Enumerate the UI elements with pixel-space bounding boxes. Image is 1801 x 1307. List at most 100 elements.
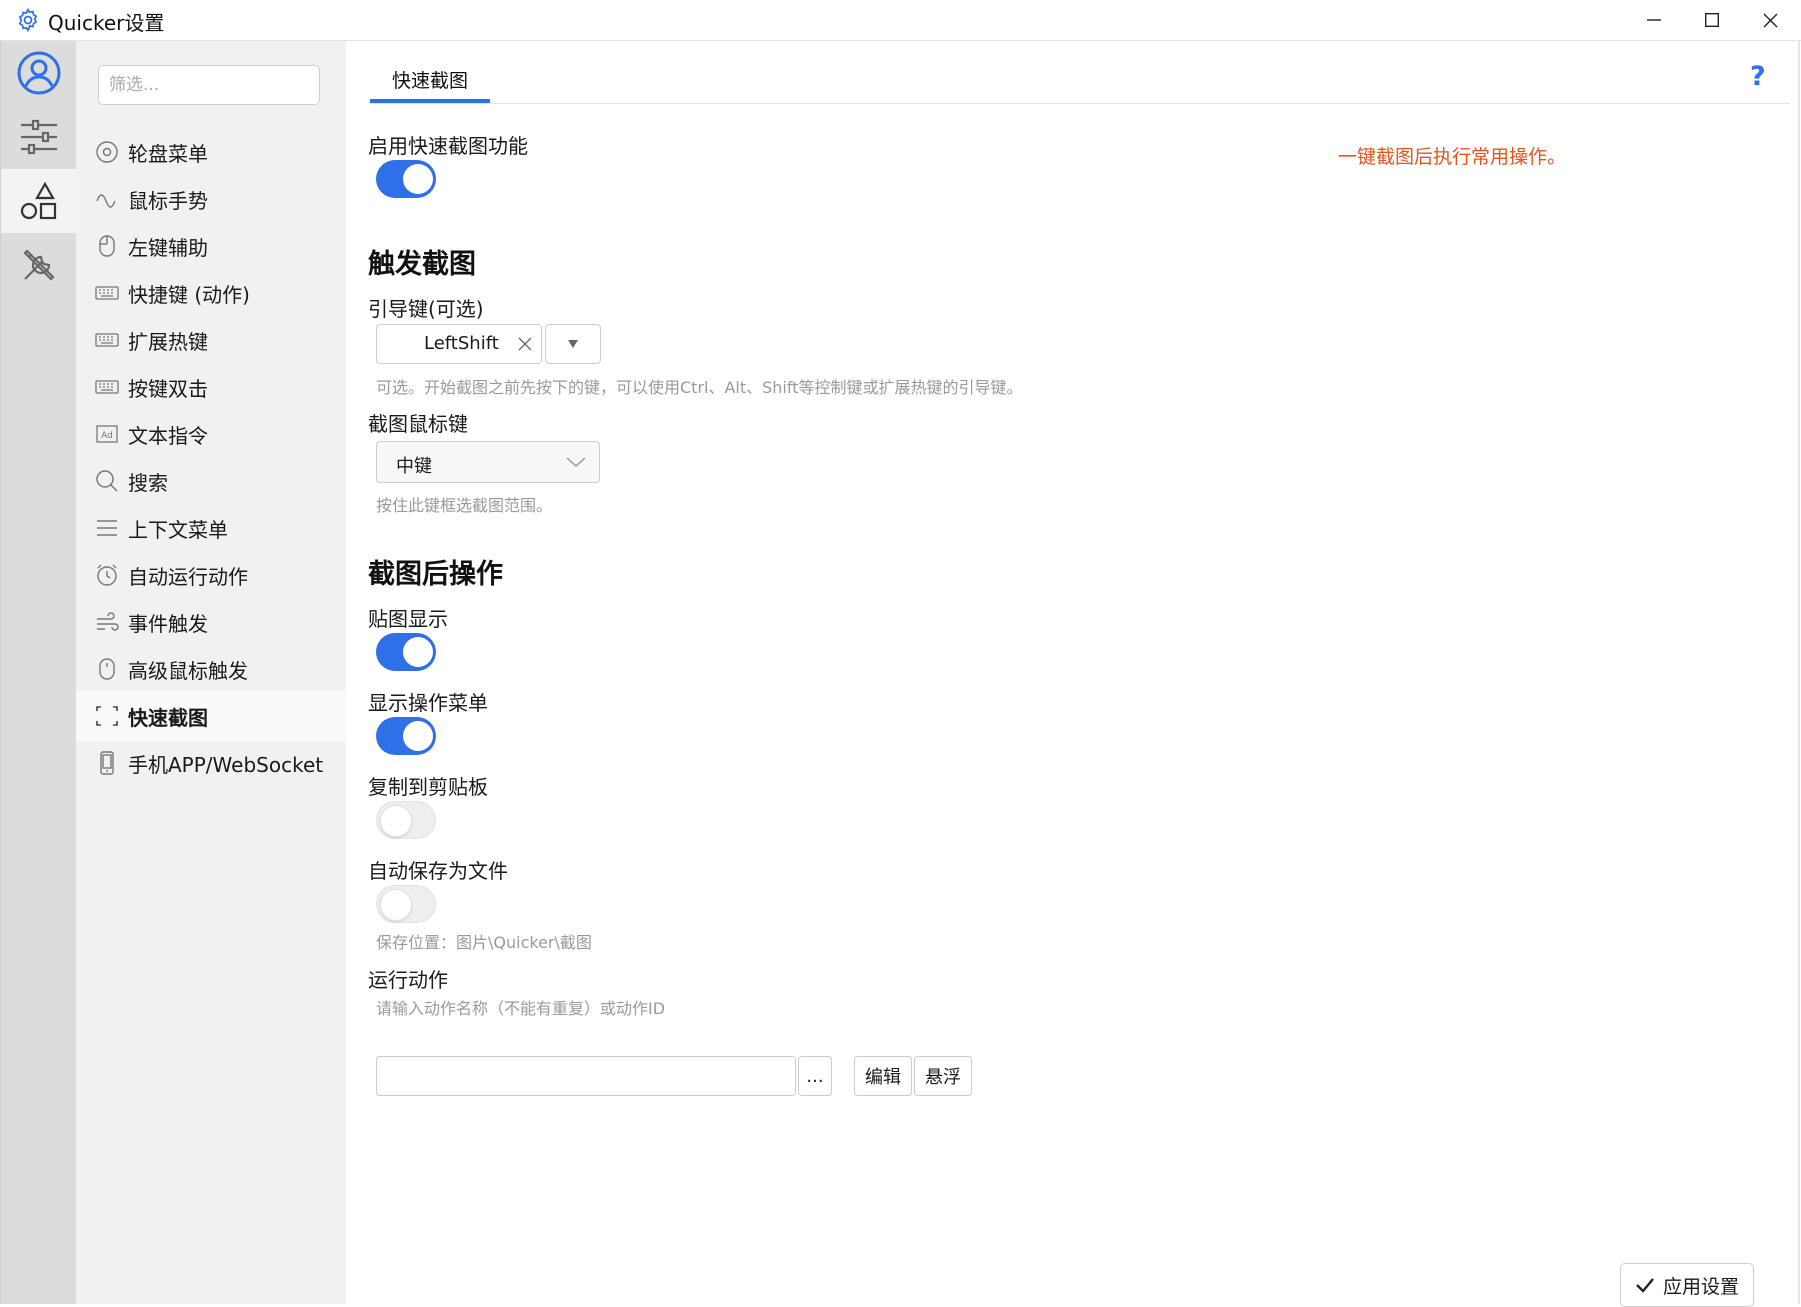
nav-panel: 轮盘菜单 鼠标手势 左键辅助 快捷键 (动作) 扩展热键 按键双击 Ad 文本指… [76,41,346,1304]
run-hint: 请输入动作名称（不能有重复）或动作ID [376,999,666,1018]
lead-key-hint: 可选。开始截图之前先按下的键，可以使用Ctrl、Alt、Shift等控制键或扩展… [376,378,1023,397]
feature-note: 一键截图后执行常用操作。 [1338,146,1567,168]
lead-key-field[interactable]: LeftShift [376,324,542,364]
nav-item-label: 轮盘菜单 [128,141,208,166]
toggle-knob [380,889,412,921]
nav-item-label: 手机APP/WebSocket [128,752,324,777]
keyboard-icon [94,374,120,400]
nav-item-context-menu[interactable]: 上下文菜单 [76,502,346,554]
nav-item-label: 快速截图 [128,705,208,730]
wind-icon [94,609,120,635]
close-button[interactable] [1741,0,1799,40]
alarm-clock-icon [94,562,120,588]
save-toggle[interactable] [376,885,436,923]
shapes-icon [20,181,57,220]
float-button[interactable]: 悬浮 [914,1056,972,1096]
wave-icon [94,186,120,212]
clipboard-label: 复制到剪贴板 [368,775,488,799]
nav-item-label: 鼠标手势 [128,188,208,213]
maximize-button[interactable] [1683,0,1741,40]
search-icon [94,468,120,494]
rail-features[interactable] [1,169,77,233]
maximize-icon [1705,13,1719,27]
mouse-key-label: 截图鼠标键 [368,412,468,436]
mouse-key-select[interactable]: 中键 [376,441,600,483]
rail-settings[interactable] [1,105,77,169]
phone-icon [94,750,120,776]
lead-key-value: LeftShift [424,333,499,354]
keyboard-icon [94,280,120,306]
paste-label: 贴图显示 [368,607,448,631]
lead-key-label: 引导键(可选) [368,297,484,321]
clipboard-toggle[interactable] [376,801,436,839]
minimize-icon [1647,19,1661,21]
nav-item-label: 左键辅助 [128,235,208,260]
nav-item-mouse-gesture[interactable]: 鼠标手势 [76,173,346,225]
nav-item-label: 事件触发 [128,611,208,636]
sliders-icon [21,119,57,155]
browse-button[interactable]: ... [798,1056,832,1096]
svg-text:Ad: Ad [101,431,113,441]
minimize-button[interactable] [1625,0,1683,40]
rail-tools[interactable] [1,233,77,297]
enable-label: 启用快速截图功能 [368,134,528,158]
nav-item-advanced-mouse[interactable]: 高级鼠标触发 [76,643,346,695]
screenshot-frame-icon [94,703,120,729]
keyboard-icon [94,327,120,353]
nav-item-label: 搜索 [128,470,168,495]
nav-item-extended-hotkey[interactable]: 扩展热键 [76,314,346,366]
apply-settings-button[interactable]: 应用设置 [1620,1263,1754,1307]
enable-toggle[interactable] [376,160,436,198]
icon-rail [0,41,77,1304]
lead-key-dropdown-button[interactable] [545,324,601,364]
user-icon [17,51,61,95]
nav-item-wheel-menu[interactable]: 轮盘菜单 [76,126,346,178]
ad-icon: Ad [94,421,120,447]
nav-item-event-trigger[interactable]: 事件触发 [76,596,346,648]
nav-item-auto-run[interactable]: 自动运行动作 [76,549,346,601]
nav-item-search[interactable]: 搜索 [76,455,346,507]
nav-item-label: 自动运行动作 [128,564,248,589]
checkmark-icon [1636,1278,1654,1293]
window-title: Quicker设置 [48,11,165,35]
run-label: 运行动作 [368,968,448,992]
rail-account[interactable] [1,41,77,105]
nav-item-label: 高级鼠标触发 [128,658,248,683]
paste-toggle[interactable] [376,633,436,671]
toggle-knob [403,721,433,751]
tab-divider [370,103,1790,104]
nav-item-label: 文本指令 [128,423,208,448]
tab-quick-screenshot[interactable]: 快速截图 [370,61,491,103]
mouse-key-hint: 按住此键框选截图范围。 [376,496,553,515]
trigger-heading: 触发截图 [368,249,476,280]
close-icon [1763,13,1777,27]
mouse-icon [94,233,120,259]
content-edge [1798,41,1800,1304]
nav-item-label: 快捷键 (动作) [128,282,250,307]
run-action-input[interactable] [376,1056,796,1096]
nav-item-label: 按键双击 [128,376,208,401]
menu-label: 显示操作菜单 [368,691,488,715]
tools-icon [23,249,55,281]
after-heading: 截图后操作 [368,559,503,590]
toggle-knob [403,637,433,667]
apply-label: 应用设置 [1662,1275,1739,1298]
nav-item-left-click-assist[interactable]: 左键辅助 [76,220,346,272]
nav-item-text-command[interactable]: Ad 文本指令 [76,408,346,460]
mouse-key-value: 中键 [396,456,432,477]
nav-item-mobile-websocket[interactable]: 手机APP/WebSocket [76,737,346,789]
nav-item-label: 上下文菜单 [128,517,228,542]
toggle-knob [380,805,412,837]
title-bar: Quicker设置 [0,0,1801,41]
nav-item-key-double-click[interactable]: 按键双击 [76,361,346,413]
menu-toggle[interactable] [376,717,436,755]
clear-icon[interactable] [517,336,533,352]
filter-input[interactable] [98,65,320,105]
edit-button[interactable]: 编辑 [854,1056,912,1096]
menu-lines-icon [94,515,120,541]
chevron-down-icon [566,457,586,468]
help-icon[interactable]: ? [1750,61,1766,92]
nav-item-hotkey-action[interactable]: 快捷键 (动作) [76,267,346,319]
wheel-icon [94,139,120,165]
nav-item-quick-screenshot[interactable]: 快速截图 [76,690,346,742]
